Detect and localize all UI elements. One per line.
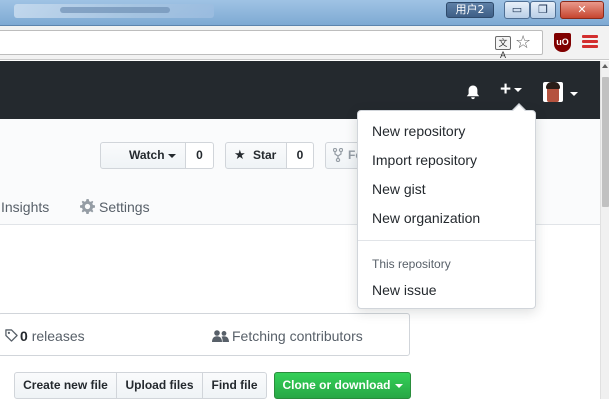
people-icon [212, 330, 229, 342]
avatar[interactable] [543, 82, 563, 102]
bookmark-star-icon[interactable]: ☆ [515, 32, 531, 52]
browser-menu-icon[interactable] [582, 35, 598, 49]
create-new-file-button[interactable]: Create new file [14, 372, 117, 399]
gear-icon [80, 199, 95, 214]
find-file-button[interactable]: Find file [202, 372, 267, 399]
create-new-dropdown-button[interactable]: + [500, 79, 523, 101]
menu-item-new-repository[interactable]: New repository [372, 123, 465, 139]
watch-button[interactable]: Watch [100, 142, 186, 169]
scroll-up-arrow-icon[interactable] [602, 64, 608, 68]
menu-item-import-repository[interactable]: Import repository [372, 152, 477, 168]
watch-label: Watch [129, 148, 165, 162]
star-count[interactable]: 0 [286, 142, 314, 169]
dropdown-pointer-inner [512, 105, 526, 112]
releases-count: 0 [20, 328, 28, 344]
chevron-down-icon [514, 87, 523, 92]
ublock-extension-icon[interactable]: uO [554, 33, 571, 52]
star-label: Star [253, 148, 277, 162]
maximize-button[interactable]: ❐ [530, 1, 556, 19]
chevron-down-icon [167, 153, 176, 158]
user-profile-badge[interactable]: 用户2 [446, 2, 494, 18]
menu-divider [358, 240, 535, 241]
page-scrollbar[interactable] [600, 61, 609, 399]
minimize-button[interactable]: ▭ [504, 1, 530, 19]
fork-icon [333, 148, 343, 162]
watch-count[interactable]: 0 [185, 142, 214, 169]
chevron-down-icon [394, 383, 403, 388]
tab-settings[interactable]: Settings [99, 199, 150, 215]
address-bar[interactable]: 文A ☆ [0, 30, 543, 60]
translate-icon[interactable]: 文A [495, 36, 511, 60]
browser-tab-title-blurred [60, 7, 170, 13]
upload-files-button[interactable]: Upload files [116, 372, 203, 399]
releases-link[interactable]: 0 releases [20, 328, 85, 344]
clone-label: Clone or download [282, 378, 391, 392]
create-new-dropdown-menu: New repository Import repository New gis… [357, 103, 536, 309]
tab-insights[interactable]: Insights [1, 199, 49, 215]
tag-icon [5, 329, 18, 342]
contributors-status: Fetching contributors [232, 328, 363, 344]
menu-item-new-issue[interactable]: New issue [372, 282, 437, 298]
clone-or-download-button[interactable]: Clone or download [274, 372, 411, 399]
repo-stats-bar: 0 releases Fetching contributors [0, 313, 410, 356]
releases-label: releases [31, 328, 85, 344]
star-icon: ★ [234, 147, 246, 162]
menu-item-new-organization[interactable]: New organization [372, 210, 480, 226]
close-window-button[interactable]: ✕ [560, 1, 604, 19]
menu-item-new-gist[interactable]: New gist [372, 181, 426, 197]
avatar-chevron-down-icon[interactable] [570, 92, 578, 96]
browser-toolbar: 文A ☆ uO [0, 26, 609, 60]
notifications-bell-icon[interactable] [466, 85, 480, 100]
menu-section-header: This repository [372, 257, 451, 271]
plus-icon: + [500, 79, 512, 100]
window-titlebar: 用户2 ▭ ❐ ✕ [0, 0, 609, 26]
scrollbar-thumb[interactable] [602, 77, 609, 207]
